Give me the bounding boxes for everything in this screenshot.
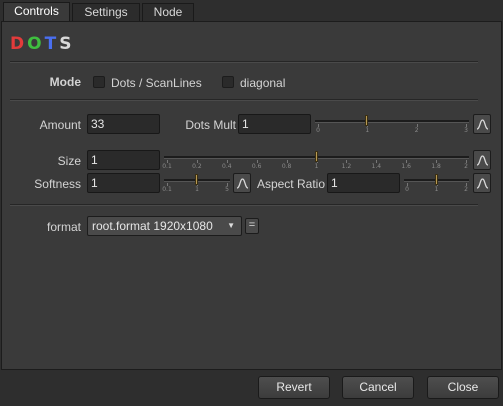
divider <box>10 204 478 206</box>
curve-editor-icon <box>476 119 489 130</box>
softness-input[interactable]: 1 <box>87 173 160 193</box>
slider-tick-label: 5 <box>225 186 229 193</box>
curve-editor-icon <box>476 178 489 189</box>
slider-handle[interactable] <box>365 115 369 126</box>
tab-bar: Controls Settings Node <box>0 0 503 22</box>
softness-curve-button[interactable] <box>233 173 251 193</box>
tab-controls[interactable]: Controls <box>3 2 70 22</box>
tab-settings[interactable]: Settings <box>72 3 140 22</box>
slider-tick-label: 0.1 <box>162 163 172 170</box>
slider-track[interactable] <box>315 120 469 123</box>
slider-tick-label: 1 <box>434 186 439 193</box>
slider-tick-label: 1 <box>314 163 319 170</box>
logo-letter-t: T <box>44 34 60 54</box>
aspect-ratio-label: Aspect Ratio <box>256 177 325 191</box>
size-input[interactable]: 1 <box>87 150 160 170</box>
aspect-ratio-slider[interactable]: 0 1 2 <box>404 172 469 193</box>
slider-tick-label: 1.8 <box>431 163 441 170</box>
amount-label: Amount <box>39 118 81 132</box>
dots-mult-curve-button[interactable] <box>473 114 491 134</box>
slider-tick-label: 2 <box>414 127 419 134</box>
dots-mult-slider[interactable]: 0 1 2 3 <box>315 113 469 134</box>
size-slider[interactable]: 0.1 0.2 0.4 0.6 0.8 1 1.2 1.4 1.6 1.8 2 <box>162 149 469 170</box>
softness-slider[interactable]: 0.1 1 5 <box>162 172 230 193</box>
slider-tick-label: 2 <box>464 163 468 170</box>
aspect-ratio-input[interactable]: 1 <box>327 173 400 193</box>
slider-tick-label: 1 <box>195 186 199 193</box>
format-label: format <box>46 220 81 234</box>
slider-tick-label: 1.4 <box>371 163 382 170</box>
slider-tick-label: 0.1 <box>162 186 172 193</box>
logo-letter-o: O <box>27 34 45 54</box>
size-label: Size <box>57 154 81 168</box>
slider-handle[interactable] <box>195 174 198 185</box>
amount-input[interactable]: 33 <box>87 114 160 134</box>
format-equals-button[interactable]: = <box>245 218 259 234</box>
dots-logo: DOTS <box>10 34 74 54</box>
slider-tick-label: 2 <box>464 186 468 193</box>
diagonal-label: diagonal <box>240 76 286 90</box>
dots-scanlines-checkbox[interactable] <box>93 76 105 88</box>
revert-button[interactable]: Revert <box>258 376 330 399</box>
slider-tick-label: 0.2 <box>192 163 202 170</box>
dots-mult-label: Dots Mult <box>185 118 236 132</box>
mode-label: Mode <box>49 75 81 89</box>
slider-tick-label: 0 <box>316 127 320 134</box>
slider-tick-label: 1.2 <box>341 163 352 170</box>
close-button[interactable]: Close <box>427 376 499 399</box>
logo-letter-s: S <box>59 34 75 54</box>
curve-editor-icon <box>476 155 489 166</box>
divider <box>10 61 478 63</box>
cancel-button[interactable]: Cancel <box>342 376 414 399</box>
dots-scanlines-label: Dots / ScanLines <box>111 76 202 90</box>
logo-letter-d: D <box>10 34 28 54</box>
diagonal-checkbox[interactable] <box>222 76 234 88</box>
chevron-down-icon: ▼ <box>227 221 235 230</box>
slider-tick-label: 1 <box>365 127 370 134</box>
dots-mult-input[interactable]: 1 <box>238 114 311 134</box>
controls-panel <box>1 21 502 370</box>
tab-node[interactable]: Node <box>142 3 194 22</box>
aspect-ratio-curve-button[interactable] <box>473 173 491 193</box>
softness-label: Softness <box>34 177 81 191</box>
slider-tick-label: 0 <box>405 186 409 193</box>
slider-tick-label: 0.6 <box>251 163 262 170</box>
format-dropdown[interactable]: root.format 1920x1080 ▼ <box>87 216 242 236</box>
slider-tick-label: 3 <box>464 127 468 134</box>
slider-tick-label: 0.4 <box>222 163 232 170</box>
curve-editor-icon <box>236 178 249 189</box>
slider-handle[interactable] <box>434 174 438 185</box>
size-curve-button[interactable] <box>473 150 491 170</box>
divider <box>10 99 478 101</box>
format-selected-value: root.format 1920x1080 <box>92 219 213 233</box>
slider-handle[interactable] <box>314 151 318 162</box>
slider-tick-label: 1.6 <box>401 163 411 170</box>
slider-tick-label: 0.8 <box>281 163 292 170</box>
